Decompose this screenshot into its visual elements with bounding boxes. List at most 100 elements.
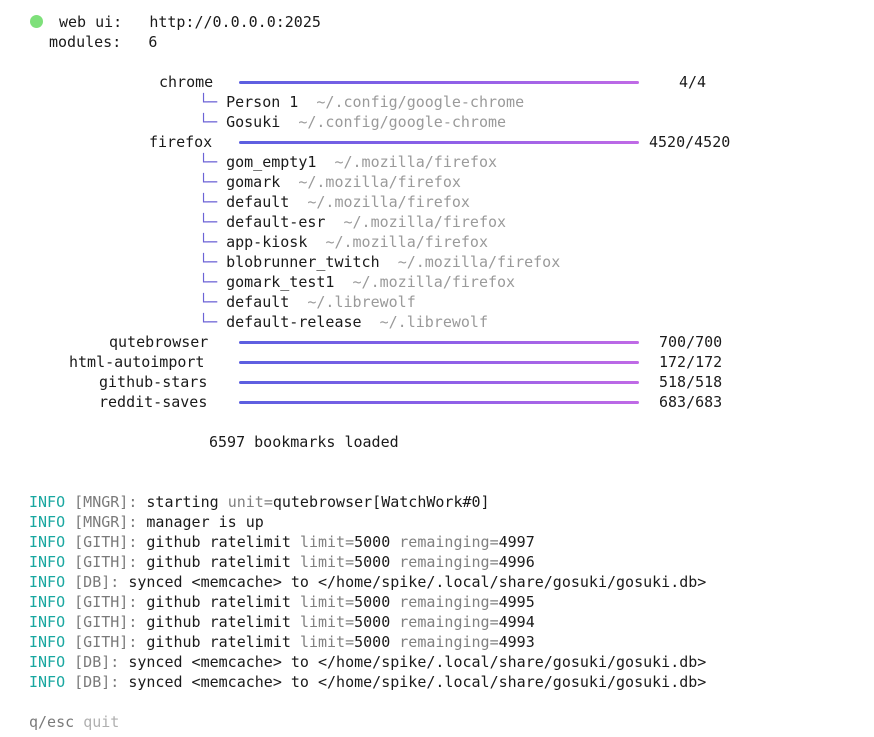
log-line: INFO [MNGR]: starting unit=qutebrowser[W… bbox=[29, 493, 490, 511]
log-value: 4995 bbox=[498, 593, 535, 611]
module-name-chrome: chrome bbox=[159, 73, 214, 91]
log-level: INFO bbox=[29, 593, 66, 611]
modules-count: 6 bbox=[148, 33, 158, 51]
log-tag: [GITH]: bbox=[74, 633, 138, 651]
log-tag: [MNGR]: bbox=[74, 493, 138, 511]
log-value: 5000 bbox=[354, 533, 391, 551]
profile-row: └─ default-esr ~/.mozilla/firefox bbox=[199, 212, 506, 232]
quit-hint[interactable]: q/esc quit bbox=[29, 712, 119, 732]
profile-name: blobrunner_twitch bbox=[226, 253, 380, 271]
log-line: INFO [DB]: synced <memcache> to </home/s… bbox=[29, 652, 706, 672]
tree-branch-icon: └─ bbox=[199, 293, 218, 311]
log-value: 5000 bbox=[354, 633, 391, 651]
log-line: INFO [GITH]: github ratelimit limit=5000… bbox=[29, 593, 535, 611]
profile-row: └─ default-release ~/.librewolf bbox=[199, 312, 488, 332]
log-line: INFO [DB]: synced <memcache> to </home/s… bbox=[29, 672, 706, 692]
profile-path: ~/.mozilla/firefox bbox=[397, 253, 561, 271]
log-level: INFO bbox=[29, 613, 66, 631]
profile-name: default-release bbox=[226, 313, 362, 331]
module-name-reddit-saves: reddit-saves bbox=[99, 393, 208, 411]
progress-bar-github-stars bbox=[239, 381, 639, 384]
log-tag: [DB]: bbox=[74, 673, 120, 691]
log-value: qutebrowser[WatchWork#0] bbox=[272, 493, 490, 511]
profile-row: └─ default ~/.mozilla/firefox bbox=[199, 192, 470, 212]
profile-path: ~/.mozilla/firefox bbox=[298, 173, 461, 191]
profile-row: └─ default ~/.librewolf bbox=[199, 292, 416, 312]
log-key: limit bbox=[299, 593, 346, 611]
log-value: 4994 bbox=[498, 613, 535, 631]
tree-branch-icon: └─ bbox=[199, 273, 218, 291]
profile-name: default bbox=[226, 293, 290, 311]
modules-label: modules: bbox=[49, 33, 122, 51]
log-message: github ratelimit bbox=[146, 533, 291, 551]
log-key: remainging bbox=[399, 533, 490, 551]
progress-bar-firefox bbox=[239, 141, 639, 144]
tree-branch-icon: └─ bbox=[199, 253, 218, 271]
log-key: limit bbox=[299, 533, 346, 551]
profile-row: └─ gomark ~/.mozilla/firefox bbox=[199, 172, 461, 192]
log-key: remainging bbox=[399, 593, 490, 611]
module-name-qutebrowser: qutebrowser bbox=[109, 333, 209, 351]
log-tag: [GITH]: bbox=[74, 553, 138, 571]
log-message: github ratelimit bbox=[146, 553, 291, 571]
profile-path: ~/.config/google-chrome bbox=[298, 113, 507, 131]
tree-branch-icon: └─ bbox=[199, 173, 218, 191]
log-tag: [GITH]: bbox=[74, 613, 138, 631]
tree-branch-icon: └─ bbox=[199, 93, 218, 111]
log-level: INFO bbox=[29, 533, 66, 551]
log-value: 5000 bbox=[354, 553, 391, 571]
bookmarks-summary: 6597 bookmarks loaded bbox=[209, 433, 399, 451]
log-key: remainging bbox=[399, 613, 490, 631]
log-line: INFO [GITH]: github ratelimit limit=5000… bbox=[29, 553, 535, 571]
profile-name: default bbox=[226, 193, 290, 211]
log-tag: [GITH]: bbox=[74, 533, 138, 551]
log-key: unit bbox=[227, 493, 264, 511]
log-message: starting bbox=[146, 493, 219, 511]
profile-name: gom_empty1 bbox=[226, 153, 317, 171]
quit-action: quit bbox=[83, 713, 120, 731]
tree-branch-icon: └─ bbox=[199, 153, 218, 171]
log-level: INFO bbox=[29, 653, 66, 671]
profile-name: gomark bbox=[226, 173, 281, 191]
log-key: limit bbox=[299, 613, 346, 631]
profile-name: gomark_test1 bbox=[226, 273, 335, 291]
log-line: INFO [GITH]: github ratelimit limit=5000… bbox=[29, 533, 535, 551]
webui-label: web ui: bbox=[59, 13, 123, 31]
log-tag: [DB]: bbox=[74, 573, 120, 591]
log-message: github ratelimit bbox=[146, 633, 291, 651]
module-count-reddit-saves: 683/683 bbox=[659, 393, 723, 411]
profile-path: ~/.mozilla/firefox bbox=[325, 233, 488, 251]
progress-bar-chrome bbox=[239, 81, 639, 84]
tree-branch-icon: └─ bbox=[199, 193, 218, 211]
log-value: 4997 bbox=[498, 533, 535, 551]
webui-url[interactable]: http://0.0.0.0:2025 bbox=[149, 13, 321, 31]
log-line: INFO [MNGR]: manager is up bbox=[29, 512, 264, 532]
tree-branch-icon: └─ bbox=[199, 113, 218, 131]
log-value: 5000 bbox=[354, 613, 391, 631]
profile-row: └─ Gosuki ~/.config/google-chrome bbox=[199, 112, 506, 132]
profile-path: ~/.mozilla/firefox bbox=[352, 273, 516, 291]
log-value: 4996 bbox=[498, 553, 535, 571]
log-level: INFO bbox=[29, 633, 66, 651]
module-name-github-stars: github-stars bbox=[99, 373, 208, 391]
progress-bar-reddit-saves bbox=[239, 401, 639, 404]
log-key: limit bbox=[299, 633, 346, 651]
profile-row: └─ gomark_test1 ~/.mozilla/firefox bbox=[199, 272, 515, 292]
profile-row: └─ gom_empty1 ~/.mozilla/firefox bbox=[199, 152, 497, 172]
profile-path: ~/.mozilla/firefox bbox=[334, 153, 498, 171]
tree-branch-icon: └─ bbox=[199, 233, 218, 251]
module-count-qutebrowser: 700/700 bbox=[659, 333, 723, 351]
profile-name: Person 1 bbox=[226, 93, 299, 111]
profile-name: default-esr bbox=[226, 213, 326, 231]
log-message: synced <memcache> to </home/spike/.local… bbox=[128, 673, 707, 691]
tree-branch-icon: └─ bbox=[199, 313, 218, 331]
log-line: INFO [GITH]: github ratelimit limit=5000… bbox=[29, 633, 535, 651]
status-dot-icon bbox=[30, 15, 43, 28]
module-count-html-autoimport: 172/172 bbox=[659, 353, 723, 371]
log-level: INFO bbox=[29, 573, 66, 591]
log-line: INFO [DB]: synced <memcache> to </home/s… bbox=[29, 572, 706, 592]
log-level: INFO bbox=[29, 553, 66, 571]
profile-path: ~/.librewolf bbox=[379, 313, 488, 331]
profile-path: ~/.mozilla/firefox bbox=[307, 193, 470, 211]
module-name-firefox: firefox bbox=[149, 133, 213, 151]
